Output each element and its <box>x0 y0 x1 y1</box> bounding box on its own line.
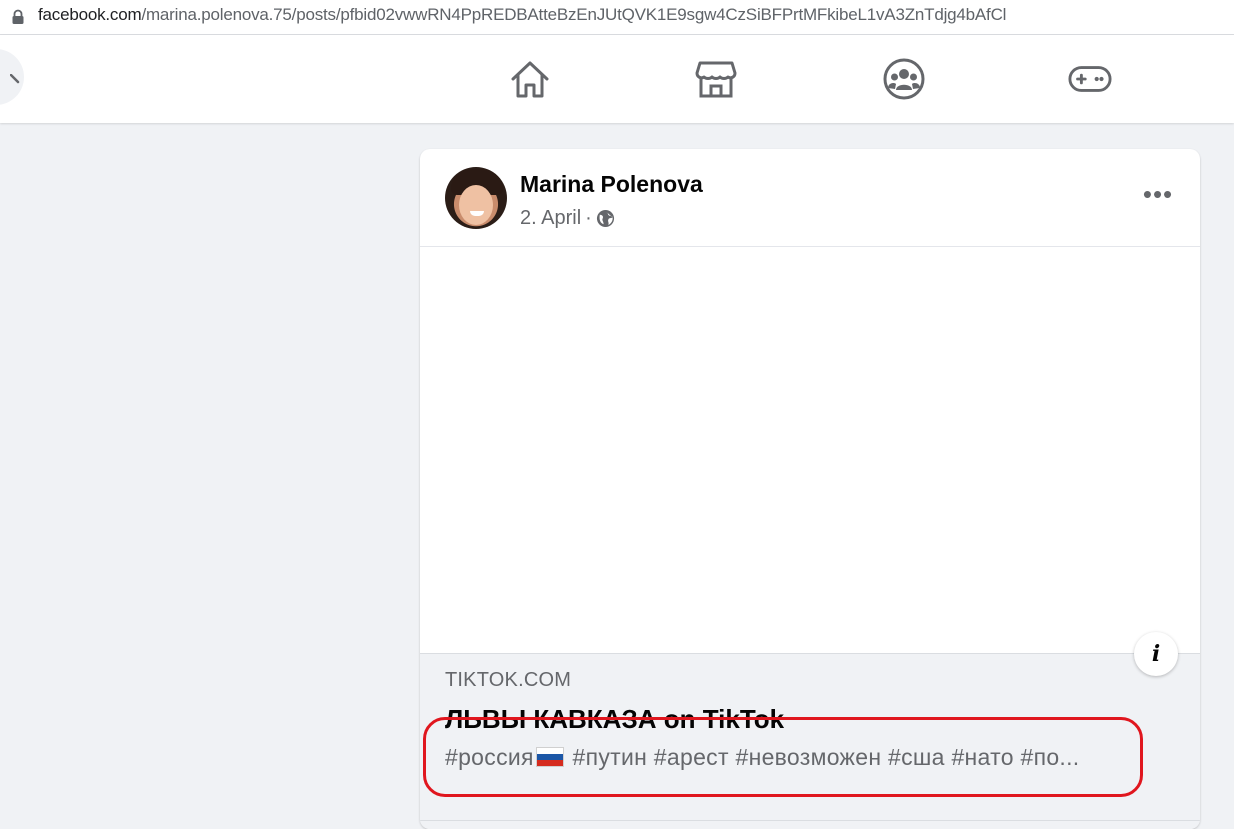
lock-icon[interactable] <box>11 9 25 25</box>
marketplace-icon <box>695 61 737 98</box>
nav-home[interactable] <box>508 57 552 101</box>
url-text[interactable]: facebook.com/marina.polenova.75/posts/pf… <box>38 5 1006 25</box>
link-preview[interactable]: TIKTOK.COM ЛЬВЫ КАВКАЗА on TikTok #росси… <box>420 653 1200 829</box>
post-meta: 2. April · <box>520 207 615 230</box>
meta-separator: · <box>585 207 592 229</box>
link-domain: TIKTOK.COM <box>445 669 572 691</box>
public-globe-icon[interactable] <box>596 209 615 228</box>
url-path: /marina.polenova.75/posts/pfbid02vwwRN4P… <box>141 5 1007 24</box>
browser-address-bar[interactable]: facebook.com/marina.polenova.75/posts/pf… <box>0 0 1234 35</box>
gaming-icon <box>1068 66 1112 92</box>
link-desc-part2: #путин #арест #невозможен #сша #нато #по… <box>565 744 1080 770</box>
link-description: #россия #путин #арест #невозможен #сша #… <box>445 744 1080 771</box>
info-icon: i <box>1151 641 1161 667</box>
info-button[interactable]: i <box>1134 632 1178 676</box>
author-avatar[interactable] <box>445 167 507 229</box>
groups-icon <box>883 58 925 100</box>
post-date[interactable]: 2. April <box>520 207 581 230</box>
preview-bottom-divider <box>420 820 1200 821</box>
nav-gaming[interactable] <box>1068 57 1112 101</box>
search-icon <box>9 71 20 87</box>
link-desc-part1: #россия <box>445 744 534 770</box>
russia-flag-icon <box>535 747 564 767</box>
facebook-top-nav <box>0 35 1234 123</box>
nav-marketplace[interactable] <box>694 57 738 101</box>
embedded-media[interactable] <box>420 247 1200 653</box>
more-options-button[interactable]: ••• <box>1140 179 1176 209</box>
url-host: facebook.com <box>38 5 142 24</box>
nav-groups[interactable] <box>882 57 926 101</box>
home-icon <box>511 61 549 98</box>
post-card: Marina Polenova 2. April · ••• TIKTOK.CO… <box>420 149 1200 829</box>
link-title[interactable]: ЛЬВЫ КАВКАЗА on TikTok <box>445 704 784 735</box>
author-name[interactable]: Marina Polenova <box>520 171 703 198</box>
search-button[interactable] <box>0 49 24 105</box>
